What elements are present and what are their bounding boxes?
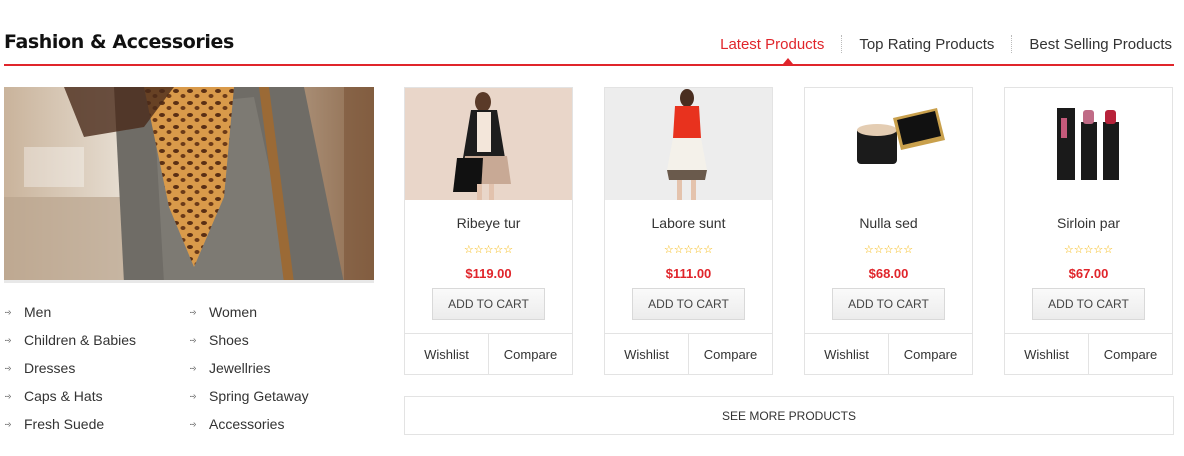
- product-card: Ribeye tur ☆☆☆☆☆ $119.00 ADD TO CART Wis…: [404, 87, 573, 375]
- arrow-right-icon: ···›: [4, 306, 11, 318]
- product-image[interactable]: [405, 88, 572, 200]
- add-to-cart-button[interactable]: ADD TO CART: [832, 288, 945, 320]
- category-list: ···› Men ···› Women ···› Children & Babies …: [4, 298, 384, 438]
- add-to-cart-button[interactable]: ADD TO CART: [432, 288, 545, 320]
- tab-divider: [841, 35, 843, 53]
- wishlist-button[interactable]: Wishlist: [1005, 334, 1088, 374]
- rating-stars-icon: ☆☆☆☆☆: [1063, 244, 1114, 256]
- product-actions: Wishlist Compare: [1005, 333, 1172, 374]
- product-image[interactable]: [1005, 88, 1172, 200]
- arrow-right-icon: ···›: [4, 334, 11, 346]
- product-name[interactable]: Nulla sed: [805, 215, 972, 231]
- rating-stars-icon: ☆☆☆☆☆: [863, 244, 914, 256]
- category-item[interactable]: ···› Dresses: [4, 354, 189, 382]
- product-name[interactable]: Labore sunt: [605, 215, 772, 231]
- product-price: $68.00: [868, 266, 909, 281]
- see-more-products-button[interactable]: SEE MORE PRODUCTS: [404, 396, 1174, 435]
- product-card: Labore sunt ☆☆☆☆☆ $111.00 ADD TO CART Wi…: [604, 87, 773, 375]
- arrow-right-icon: ···›: [189, 306, 196, 318]
- arrow-right-icon: ···›: [4, 390, 11, 402]
- category-item[interactable]: ···› Spring Getaway: [189, 382, 374, 410]
- tab-divider: [1011, 35, 1013, 53]
- tab-best-selling-products[interactable]: Best Selling Products: [1029, 36, 1172, 53]
- compare-button[interactable]: Compare: [888, 334, 972, 374]
- category-item[interactable]: ···› Caps & Hats: [4, 382, 189, 410]
- product-actions: Wishlist Compare: [605, 333, 772, 374]
- category-item[interactable]: ···› Women: [189, 298, 374, 326]
- product-card: Sirloin par ☆☆☆☆☆ $67.00 ADD TO CART Wis…: [1004, 87, 1173, 375]
- category-item[interactable]: ···› Jewellries: [189, 354, 374, 382]
- arrow-right-icon: ···›: [4, 362, 11, 374]
- product-card: Nulla sed ☆☆☆☆☆ $68.00 ADD TO CART Wishl…: [804, 87, 973, 375]
- category-item[interactable]: ···› Men: [4, 298, 189, 326]
- add-to-cart-button[interactable]: ADD TO CART: [1032, 288, 1145, 320]
- product-image[interactable]: [805, 88, 972, 200]
- category-item[interactable]: ···› Accessories: [189, 410, 374, 438]
- category-item[interactable]: ···› Children & Babies: [4, 326, 189, 354]
- active-tab-caret-icon: [783, 58, 793, 64]
- product-image[interactable]: [605, 88, 772, 200]
- category-item[interactable]: ···› Shoes: [189, 326, 374, 354]
- arrow-right-icon: ···›: [189, 362, 196, 374]
- tab-latest-products[interactable]: Latest Products: [720, 36, 824, 53]
- compare-button[interactable]: Compare: [1088, 334, 1172, 374]
- compare-button[interactable]: Compare: [688, 334, 772, 374]
- wishlist-button[interactable]: Wishlist: [805, 334, 888, 374]
- product-name[interactable]: Ribeye tur: [405, 215, 572, 231]
- rating-stars-icon: ☆☆☆☆☆: [663, 244, 714, 256]
- add-to-cart-button[interactable]: ADD TO CART: [632, 288, 745, 320]
- arrow-right-icon: ···›: [4, 418, 11, 430]
- product-tabs: Latest Products Top Rating Products Best…: [720, 35, 1172, 53]
- product-price: $67.00: [1068, 266, 1109, 281]
- section-title: Fashion & Accessories: [4, 31, 234, 53]
- wishlist-button[interactable]: Wishlist: [605, 334, 688, 374]
- product-actions: Wishlist Compare: [405, 333, 572, 374]
- compare-button[interactable]: Compare: [488, 334, 572, 374]
- rating-stars-icon: ☆☆☆☆☆: [463, 244, 514, 256]
- product-actions: Wishlist Compare: [805, 333, 972, 374]
- product-price: $111.00: [665, 266, 712, 281]
- header-underline: [4, 64, 1174, 66]
- product-price: $119.00: [465, 266, 512, 281]
- arrow-right-icon: ···›: [189, 390, 196, 402]
- tab-top-rating-products[interactable]: Top Rating Products: [859, 36, 994, 53]
- category-banner-image[interactable]: [4, 87, 374, 283]
- product-name[interactable]: Sirloin par: [1005, 215, 1172, 231]
- category-item[interactable]: ···› Fresh Suede: [4, 410, 189, 438]
- arrow-right-icon: ···›: [189, 334, 196, 346]
- wishlist-button[interactable]: Wishlist: [405, 334, 488, 374]
- arrow-right-icon: ···›: [189, 418, 196, 430]
